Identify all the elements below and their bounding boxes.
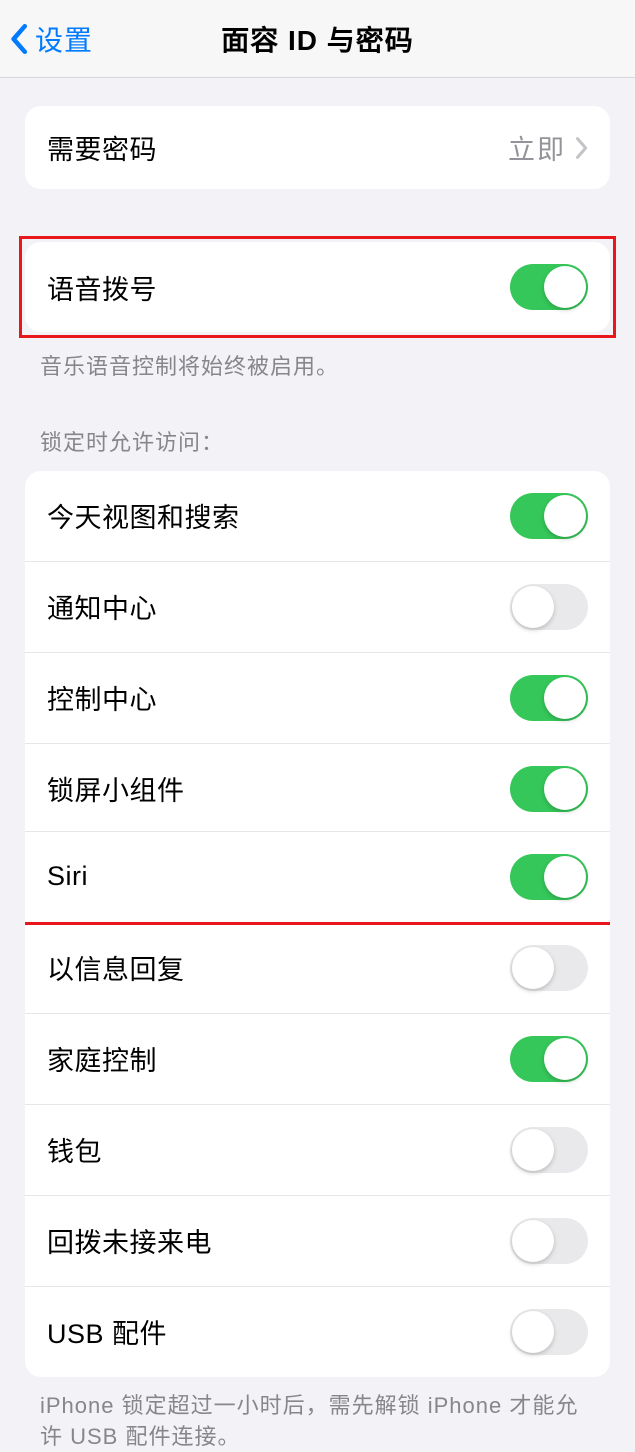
voice-dial-group: 语音拨号 [25,242,610,332]
page-title: 面容 ID 与密码 [221,19,414,59]
lock-access-toggle-siri[interactable] [510,854,588,900]
lock-access-footer: iPhone 锁定超过一小时后，需先解锁 iPhone 才能允许 USB 配件连… [40,1391,595,1452]
chevron-left-icon [10,23,30,55]
voice-dial-row: 语音拨号 [25,242,610,332]
toggle-knob [544,768,586,810]
voice-dial-label: 语音拨号 [47,268,157,307]
lock-access-row-wallet: 钱包 [25,1104,610,1195]
back-label: 设置 [35,19,93,59]
lock-access-row-today-view: 今天视图和搜索 [25,471,610,561]
lock-access-label-control-center: 控制中心 [47,678,157,717]
toggle-knob [544,677,586,719]
require-passcode-group: 需要密码 立即 [25,106,610,189]
lock-access-toggle-reply-with-message[interactable] [510,945,588,991]
toggle-knob [512,1311,554,1353]
lock-access-toggle-usb-accessories[interactable] [510,1309,588,1355]
require-passcode-label: 需要密码 [47,128,157,167]
lock-access-toggle-notification-center[interactable] [510,584,588,630]
lock-access-label-notification-center: 通知中心 [47,587,157,626]
toggle-knob [544,266,586,308]
lock-access-label-return-missed-calls: 回拨未接来电 [47,1221,212,1260]
lock-access-row-control-center: 控制中心 [25,652,610,743]
lock-access-row-siri: Siri [25,831,610,925]
voice-dial-footer: 音乐语音控制将始终被启用。 [40,352,595,383]
chevron-right-icon [574,136,588,160]
lock-access-label-lock-screen-widgets: 锁屏小组件 [47,769,185,808]
lock-access-toggle-control-center[interactable] [510,675,588,721]
lock-access-row-usb-accessories: USB 配件 [25,1286,610,1377]
lock-access-label-today-view: 今天视图和搜索 [47,496,240,535]
lock-access-row-return-missed-calls: 回拨未接来电 [25,1195,610,1286]
lock-access-row-home-control: 家庭控制 [25,1013,610,1104]
lock-access-toggle-home-control[interactable] [510,1036,588,1082]
lock-access-toggle-lock-screen-widgets[interactable] [510,766,588,812]
lock-access-header: 锁定时允许访问： [40,425,595,457]
lock-access-toggle-return-missed-calls[interactable] [510,1218,588,1264]
lock-access-toggle-today-view[interactable] [510,493,588,539]
voice-dial-highlight: 语音拨号 [19,236,616,338]
toggle-knob [544,1038,586,1080]
toggle-knob [512,947,554,989]
lock-access-row-notification-center: 通知中心 [25,561,610,652]
navigation-bar: 设置 面容 ID 与密码 [0,0,635,78]
require-passcode-value-wrap: 立即 [508,128,588,167]
voice-dial-toggle[interactable] [510,264,588,310]
toggle-knob [512,1129,554,1171]
lock-access-label-home-control: 家庭控制 [47,1039,157,1078]
lock-access-label-reply-with-message: 以信息回复 [47,948,185,987]
toggle-knob [544,856,586,898]
lock-access-row-reply-with-message: 以信息回复 [25,922,610,1013]
lock-access-label-wallet: 钱包 [47,1130,102,1169]
lock-access-label-usb-accessories: USB 配件 [47,1312,167,1351]
lock-access-row-lock-screen-widgets: 锁屏小组件 [25,743,610,834]
toggle-knob [544,495,586,537]
toggle-knob [512,1220,554,1262]
lock-access-toggle-wallet[interactable] [510,1127,588,1173]
require-passcode-row[interactable]: 需要密码 立即 [25,106,610,189]
toggle-knob [512,586,554,628]
lock-access-group: 今天视图和搜索通知中心控制中心锁屏小组件 Siri 以信息回复家庭控制钱包回拨未接来… [25,471,610,1377]
back-button[interactable]: 设置 [10,19,93,59]
lock-access-label-siri: Siri [47,861,88,892]
require-passcode-value: 立即 [508,128,566,167]
